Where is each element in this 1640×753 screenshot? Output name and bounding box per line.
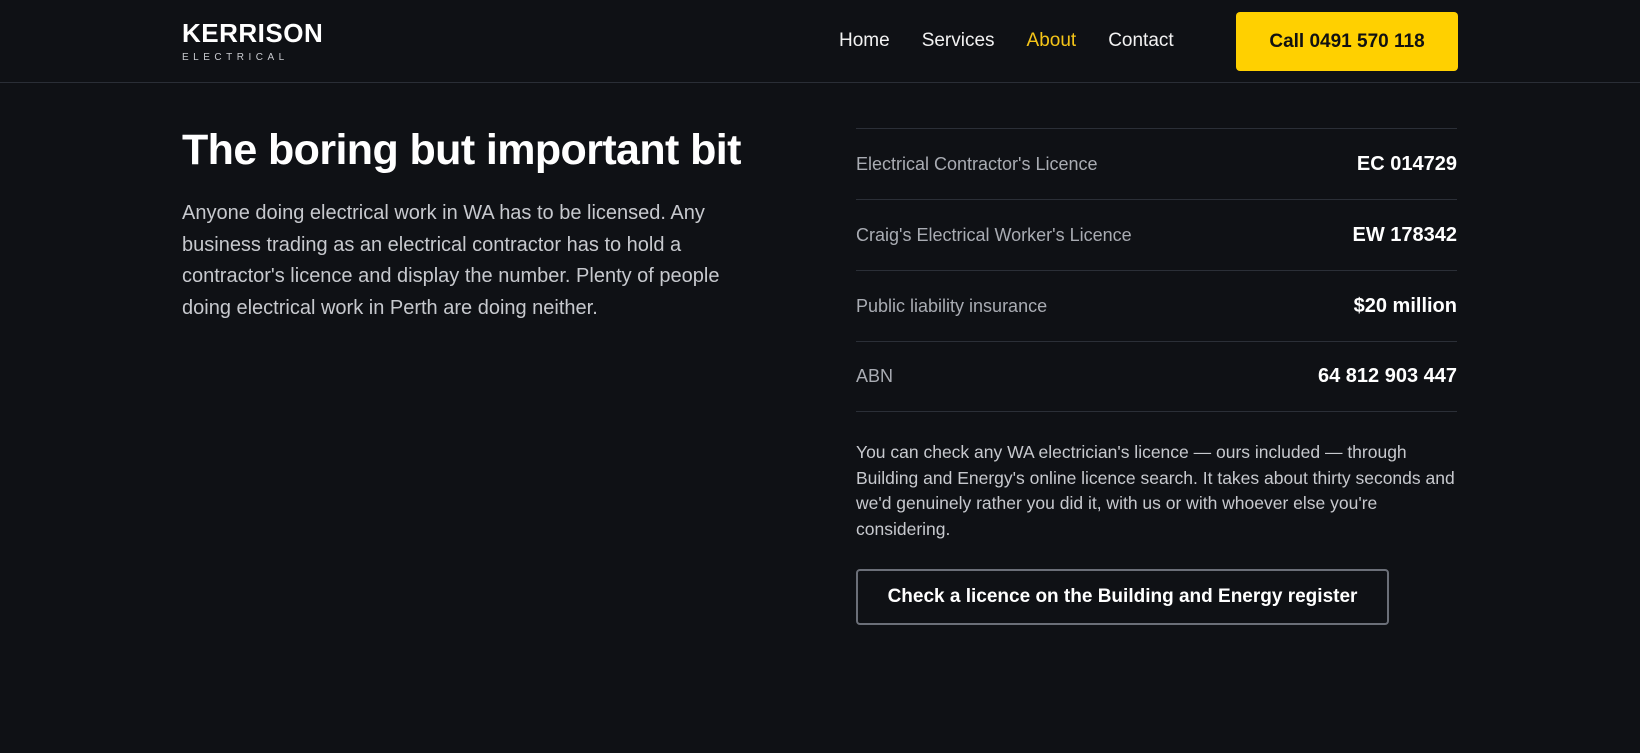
credential-label: Electrical Contractor's Licence <box>856 153 1098 174</box>
page-title: The boring but important bit <box>182 126 741 174</box>
site-header: KERRISON ELECTRICAL Home Services About … <box>0 0 1640 83</box>
main-nav: Home Services About Contact <box>839 28 1206 54</box>
credential-row: Craig's Electrical Worker's Licence EW 1… <box>856 199 1457 270</box>
nav-contact-link[interactable]: Contact <box>1108 28 1173 54</box>
credential-label: ABN <box>856 366 894 386</box>
logo-wordmark: KERRISON <box>182 18 324 48</box>
logo-tagline: ELECTRICAL <box>182 52 289 63</box>
credential-value: 64 812 903 447 <box>1317 365 1457 387</box>
intro-section: The boring but important bit Anyone doin… <box>182 122 772 324</box>
credential-row: Electrical Contractor's Licence EC 01472… <box>856 128 1457 199</box>
licence-check-note: You can check any WA electrician's licen… <box>856 442 1455 539</box>
credentials-section: Electrical Contractor's Licence EC 01472… <box>856 128 1457 625</box>
check-licence-button[interactable]: Check a licence on the Building and Ener… <box>856 569 1389 625</box>
call-button[interactable]: Call 0491 570 118 <box>1236 12 1458 71</box>
nav-about-link[interactable]: About <box>1027 28 1077 54</box>
logo[interactable]: KERRISON ELECTRICAL <box>182 20 323 64</box>
credential-label: Craig's Electrical Worker's Licence <box>856 224 1132 245</box>
credential-row: ABN 64 812 903 447 <box>856 341 1457 412</box>
intro-paragraph: Anyone doing electrical work in WA has t… <box>182 202 720 319</box>
nav-services-link[interactable]: Services <box>922 28 995 54</box>
credential-value: EC 014729 <box>1356 152 1457 175</box>
credential-label: Public liability insurance <box>856 295 1048 316</box>
credential-value: $20 million <box>1353 294 1457 317</box>
credential-row: Public liability insurance $20 million <box>856 270 1457 341</box>
nav-home-link[interactable]: Home <box>839 28 890 54</box>
credential-value: EW 178342 <box>1352 223 1457 246</box>
